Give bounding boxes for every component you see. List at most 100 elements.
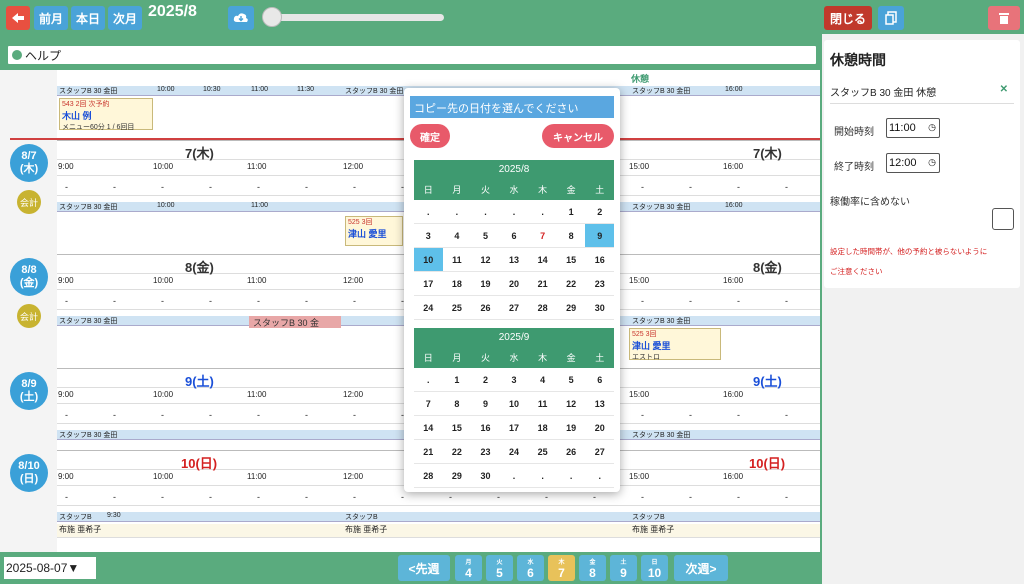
date-cell[interactable]: 9 <box>471 392 500 415</box>
date-cell[interactable]: 20 <box>500 272 529 295</box>
week-day-button[interactable]: 月4 <box>455 555 482 581</box>
empty-slot[interactable]: - <box>113 182 116 192</box>
customer-name[interactable]: 津山 愛里 <box>630 339 720 352</box>
date-cell[interactable]: 2 <box>585 200 614 223</box>
slot-row[interactable]: ---------------- <box>57 490 820 506</box>
empty-slot[interactable]: - <box>257 492 260 502</box>
empty-slot[interactable]: - <box>689 296 692 306</box>
week-day-button[interactable]: 日 10 <box>641 555 668 581</box>
checkout-button[interactable]: 会計 <box>17 190 41 214</box>
date-cell[interactable]: 5 <box>557 368 586 391</box>
empty-slot[interactable]: - <box>641 296 644 306</box>
empty-slot[interactable]: - <box>785 296 788 306</box>
date-cell[interactable]: 12 <box>471 248 500 271</box>
empty-slot[interactable]: - <box>209 296 212 306</box>
date-cell[interactable]: 28 <box>414 464 443 487</box>
date-cell[interactable]: 25 <box>443 296 472 319</box>
date-select[interactable]: 2025-08-07▼ <box>4 557 96 579</box>
date-cell[interactable]: 29 <box>443 464 472 487</box>
empty-slot[interactable]: - <box>161 410 164 420</box>
date-cell[interactable]: 22 <box>443 440 472 463</box>
date-cell[interactable]: 17 <box>414 272 443 295</box>
checkout-button[interactable]: 会計 <box>17 304 41 328</box>
date-cell[interactable]: 15 <box>557 248 586 271</box>
date-cell[interactable]: 27 <box>500 296 529 319</box>
date-cell[interactable]: 8 <box>443 392 472 415</box>
empty-slot[interactable]: - <box>305 492 308 502</box>
empty-slot[interactable]: - <box>113 296 116 306</box>
date-cell[interactable]: 3 <box>414 224 443 247</box>
date-cell[interactable]: 20 <box>585 416 614 439</box>
empty-slot[interactable]: - <box>161 296 164 306</box>
empty-slot[interactable]: - <box>305 410 308 420</box>
empty-slot[interactable]: - <box>209 410 212 420</box>
empty-slot[interactable]: - <box>257 182 260 192</box>
week-day-button[interactable]: 火5 <box>486 555 513 581</box>
start-time-input[interactable]: 11:00 ◷ <box>886 118 940 138</box>
date-cell[interactable]: 4 <box>528 368 557 391</box>
date-cell[interactable]: 21 <box>414 440 443 463</box>
end-time-input[interactable]: 12:00 ◷ <box>886 153 940 173</box>
prev-week-button[interactable]: <先週 <box>398 555 450 581</box>
empty-slot[interactable]: - <box>641 182 644 192</box>
cancel-button[interactable]: キャンセル <box>542 124 614 148</box>
break-block[interactable]: スタッフB 30 金 <box>249 316 341 328</box>
empty-slot[interactable]: - <box>689 182 692 192</box>
date-cell[interactable]: 5 <box>471 224 500 247</box>
empty-slot[interactable]: - <box>113 410 116 420</box>
date-cell[interactable]: 17 <box>500 416 529 439</box>
date-badge[interactable]: 8/8 (金) <box>10 258 48 296</box>
customer-name[interactable]: 木山 例 <box>60 109 152 122</box>
empty-slot[interactable]: - <box>161 182 164 192</box>
date-cell[interactable]: 28 <box>528 296 557 319</box>
empty-slot[interactable]: - <box>593 492 596 502</box>
empty-slot[interactable]: - <box>353 492 356 502</box>
next-week-button[interactable]: 次週> <box>674 555 728 581</box>
today-button[interactable]: 本日 <box>71 6 105 30</box>
date-cell[interactable]: 9 <box>585 224 615 247</box>
date-cell[interactable]: 16 <box>471 416 500 439</box>
date-cell[interactable]: 23 <box>585 272 614 295</box>
next-month-button[interactable]: 次月 <box>108 6 142 30</box>
empty-slot[interactable]: - <box>353 296 356 306</box>
date-cell[interactable]: 25 <box>528 440 557 463</box>
date-cell[interactable]: 26 <box>557 440 586 463</box>
empty-slot[interactable]: - <box>737 410 740 420</box>
date-cell[interactable]: 8 <box>557 224 586 247</box>
empty-slot[interactable]: - <box>65 182 68 192</box>
date-cell[interactable]: 23 <box>471 440 500 463</box>
date-cell[interactable]: 2 <box>471 368 500 391</box>
date-cell[interactable]: 22 <box>557 272 586 295</box>
close-button[interactable]: 閉じる <box>824 6 872 30</box>
date-cell[interactable]: 13 <box>500 248 529 271</box>
date-cell[interactable]: 10 <box>500 392 529 415</box>
empty-slot[interactable]: - <box>737 182 740 192</box>
date-cell[interactable]: 19 <box>557 416 586 439</box>
week-day-button[interactable]: 土9 <box>610 555 637 581</box>
empty-slot[interactable]: - <box>641 492 644 502</box>
copy-button[interactable] <box>878 6 904 30</box>
empty-slot[interactable]: - <box>785 492 788 502</box>
empty-slot[interactable]: - <box>161 492 164 502</box>
date-cell[interactable]: 26 <box>471 296 500 319</box>
empty-slot[interactable]: - <box>497 492 500 502</box>
empty-slot[interactable]: - <box>545 492 548 502</box>
empty-slot[interactable]: - <box>737 492 740 502</box>
date-cell[interactable]: 12 <box>557 392 586 415</box>
date-cell[interactable]: 1 <box>443 368 472 391</box>
date-cell[interactable]: 6 <box>585 368 614 391</box>
date-cell[interactable]: 27 <box>585 440 614 463</box>
empty-slot[interactable]: - <box>257 296 260 306</box>
delete-button[interactable] <box>988 6 1020 30</box>
empty-slot[interactable]: - <box>209 182 212 192</box>
empty-slot[interactable]: - <box>305 182 308 192</box>
help-bar[interactable]: ヘルプ <box>6 44 818 66</box>
empty-slot[interactable]: - <box>689 410 692 420</box>
date-cell[interactable]: 13 <box>585 392 614 415</box>
date-cell[interactable]: 29 <box>557 296 586 319</box>
date-cell[interactable]: 18 <box>443 272 472 295</box>
confirm-button[interactable]: 確定 <box>410 124 450 148</box>
empty-slot[interactable]: - <box>305 296 308 306</box>
empty-slot[interactable]: - <box>65 492 68 502</box>
empty-slot[interactable]: - <box>353 182 356 192</box>
